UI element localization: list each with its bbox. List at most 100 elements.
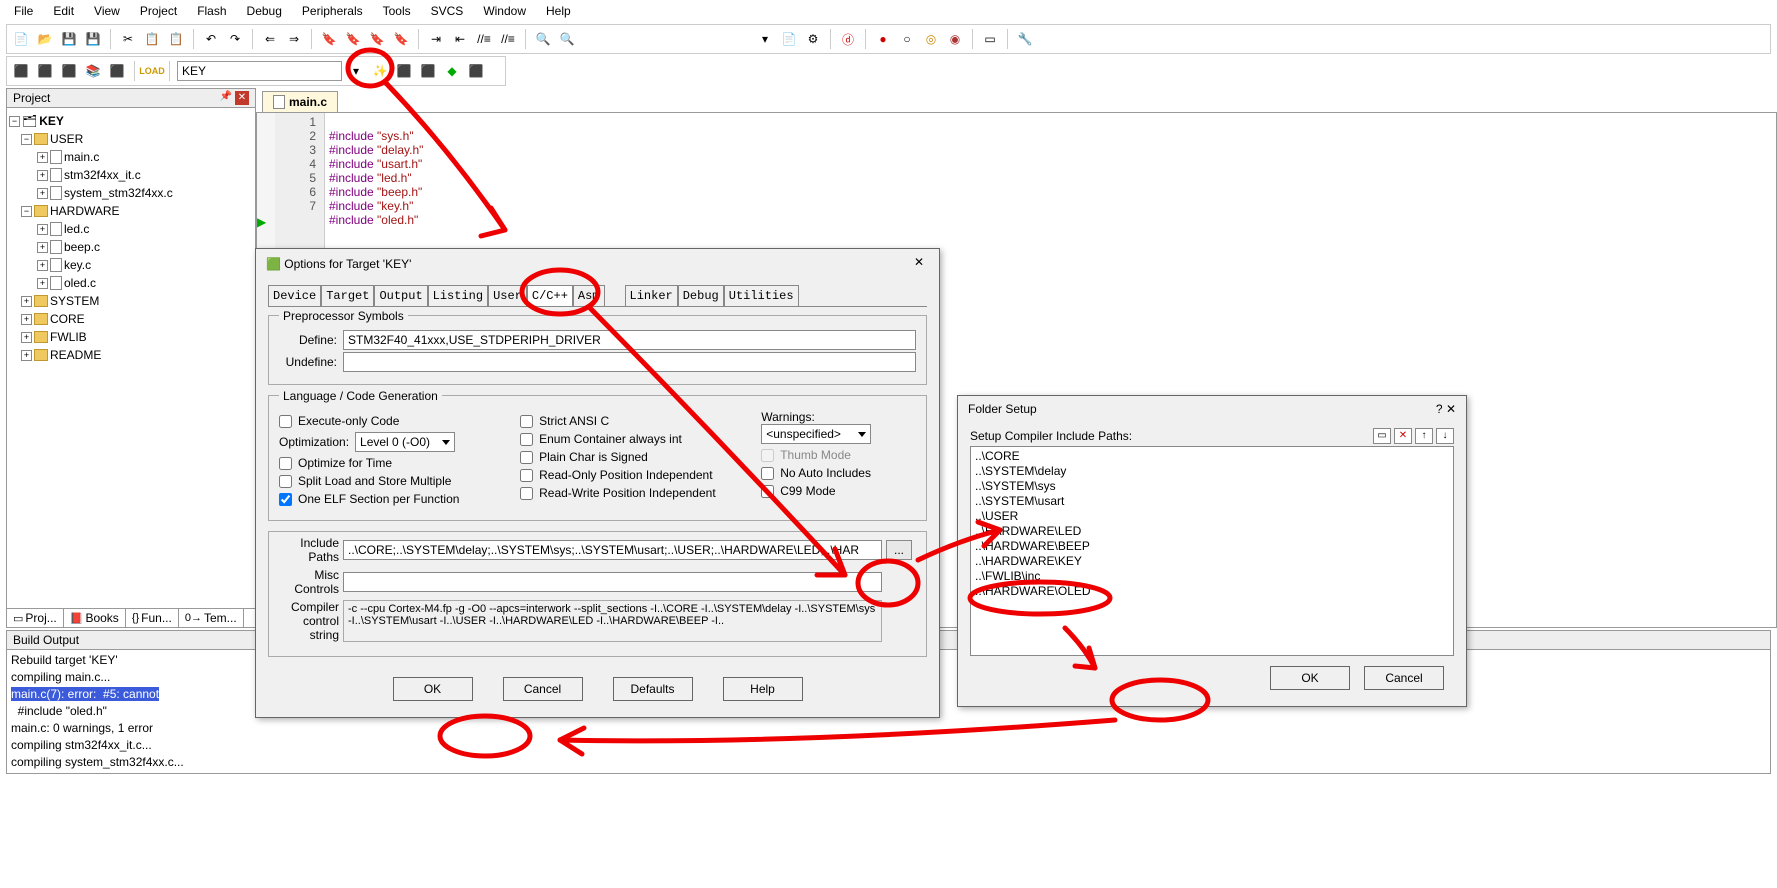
tree-toggle[interactable]: +	[37, 242, 48, 253]
target-select[interactable]	[177, 61, 342, 81]
file-item[interactable]: main.c	[64, 148, 99, 166]
menu-flash[interactable]: Flash	[187, 2, 236, 20]
split-load-checkbox[interactable]	[279, 475, 292, 488]
file-item[interactable]: led.c	[64, 220, 89, 238]
help-icon[interactable]: ?	[1436, 402, 1443, 416]
nav-back-icon[interactable]: ⇐	[260, 29, 280, 49]
dropdown-icon[interactable]: ▾	[755, 29, 775, 49]
tree-toggle[interactable]: +	[37, 188, 48, 199]
tab-ccpp[interactable]: C/C++	[527, 285, 573, 306]
cancel-button[interactable]: Cancel	[1364, 666, 1444, 690]
close-icon[interactable]: ✕	[235, 91, 249, 105]
list-item[interactable]: ..\CORE	[975, 449, 1449, 464]
help-button[interactable]: Help	[723, 677, 803, 701]
options-icon[interactable]: ✨	[370, 61, 390, 81]
config-icon[interactable]: ⚙	[803, 29, 823, 49]
tab-debug[interactable]: Debug	[678, 285, 724, 306]
cut-icon[interactable]: ✂	[118, 29, 138, 49]
close-icon[interactable]: ✕	[1446, 402, 1456, 416]
define-input[interactable]	[343, 330, 916, 350]
menu-view[interactable]: View	[84, 2, 130, 20]
bookmark-icon[interactable]: 🔖	[319, 29, 339, 49]
find-icon[interactable]: 🔍	[533, 29, 553, 49]
delete-path-icon[interactable]: ✕	[1394, 428, 1412, 444]
list-item[interactable]: ..\SYSTEM\usart	[975, 494, 1449, 509]
menu-peripherals[interactable]: Peripherals	[292, 2, 373, 20]
menu-debug[interactable]: Debug	[237, 2, 292, 20]
functions-tab[interactable]: {} Fun...	[126, 609, 179, 627]
new-icon[interactable]: 📄	[11, 29, 31, 49]
tab-asm[interactable]: Asm	[573, 285, 605, 306]
strict-checkbox[interactable]	[520, 415, 533, 428]
folder-item[interactable]: FWLIB	[50, 328, 87, 346]
save-icon[interactable]: 💾	[59, 29, 79, 49]
tab-device[interactable]: Device	[268, 285, 321, 306]
build-icon[interactable]: ⬛	[11, 61, 31, 81]
folder-item[interactable]: SYSTEM	[50, 292, 99, 310]
move-down-icon[interactable]: ↓	[1436, 428, 1454, 444]
warnings-select[interactable]: <unspecified>	[761, 424, 871, 444]
redo-icon[interactable]: ↷	[225, 29, 245, 49]
project-tree[interactable]: −🗂KEY −USER +main.c +stm32f4xx_it.c +sys…	[7, 108, 255, 608]
cancel-button[interactable]: Cancel	[503, 677, 583, 701]
project-root[interactable]: KEY	[39, 112, 64, 130]
project-tab[interactable]: ▭ Proj...	[7, 609, 64, 627]
record3-icon[interactable]: ◉	[945, 29, 965, 49]
include-paths-input[interactable]	[343, 540, 882, 560]
folder-item[interactable]: README	[50, 346, 101, 364]
tab-output[interactable]: Output	[374, 285, 427, 306]
undo-icon[interactable]: ↶	[201, 29, 221, 49]
record-icon[interactable]: ●	[873, 29, 893, 49]
list-item[interactable]: ..\HARDWARE\OLED	[975, 584, 1449, 599]
tree-toggle[interactable]: −	[9, 116, 20, 127]
copy-icon[interactable]: 📋	[142, 29, 162, 49]
find-files-icon[interactable]: 🔍	[557, 29, 577, 49]
exec-only-checkbox[interactable]	[279, 415, 292, 428]
folder-item[interactable]: CORE	[50, 310, 85, 328]
batch-icon[interactable]: 📚	[83, 61, 103, 81]
list-item[interactable]: ..\SYSTEM\delay	[975, 464, 1449, 479]
new-path-icon[interactable]: ▭	[1373, 428, 1391, 444]
editor-tab-main[interactable]: main.c	[262, 91, 338, 112]
list-item[interactable]: ..\SYSTEM\sys	[975, 479, 1449, 494]
tree-toggle[interactable]: +	[37, 152, 48, 163]
tree-toggle[interactable]: +	[21, 332, 32, 343]
plain-char-checkbox[interactable]	[520, 451, 533, 464]
file-item[interactable]: oled.c	[64, 274, 96, 292]
tree-toggle[interactable]: +	[37, 224, 48, 235]
menu-edit[interactable]: Edit	[43, 2, 84, 20]
folder-setup-title[interactable]: Folder Setup ? ✕	[958, 396, 1466, 422]
tab-listing[interactable]: Listing	[428, 285, 488, 306]
comment-icon[interactable]: //≡	[474, 29, 494, 49]
tree-toggle[interactable]: +	[21, 314, 32, 325]
paste-icon[interactable]: 📋	[166, 29, 186, 49]
ok-button[interactable]: OK	[393, 677, 473, 701]
pin-icon[interactable]: 📌	[219, 91, 233, 105]
move-up-icon[interactable]: ↑	[1415, 428, 1433, 444]
packs-icon[interactable]: ⬛	[418, 61, 438, 81]
misc-controls-input[interactable]	[343, 572, 882, 592]
folder-hardware[interactable]: HARDWARE	[50, 202, 120, 220]
list-item[interactable]: ..\FWLIB\inc	[975, 569, 1449, 584]
rebuild-icon[interactable]: ⬛	[35, 61, 55, 81]
include-paths-listbox[interactable]: ..\CORE ..\SYSTEM\delay ..\SYSTEM\sys ..…	[970, 446, 1454, 656]
c99-checkbox[interactable]	[761, 485, 774, 498]
file-item[interactable]: stm32f4xx_it.c	[64, 166, 141, 184]
nav-fwd-icon[interactable]: ⇒	[284, 29, 304, 49]
indent-icon[interactable]: ⇥	[426, 29, 446, 49]
file-item[interactable]: key.c	[64, 256, 91, 274]
defaults-button[interactable]: Defaults	[613, 677, 693, 701]
enum-checkbox[interactable]	[520, 433, 533, 446]
ro-pos-checkbox[interactable]	[520, 469, 533, 482]
load-icon[interactable]: LOAD	[142, 61, 162, 81]
menu-tools[interactable]: Tools	[373, 2, 421, 20]
rw-pos-checkbox[interactable]	[520, 487, 533, 500]
rte-icon[interactable]: ◆	[442, 61, 462, 81]
tab-user[interactable]: User	[488, 285, 527, 306]
tab-linker[interactable]: Linker	[625, 285, 678, 306]
templates-tab[interactable]: 0→ Tem...	[179, 609, 244, 627]
ok-button[interactable]: OK	[1270, 666, 1350, 690]
manage-icon[interactable]: ⬛	[394, 61, 414, 81]
list-item[interactable]: ..\HARDWARE\KEY	[975, 554, 1449, 569]
include-paths-browse-button[interactable]: ...	[886, 540, 912, 560]
